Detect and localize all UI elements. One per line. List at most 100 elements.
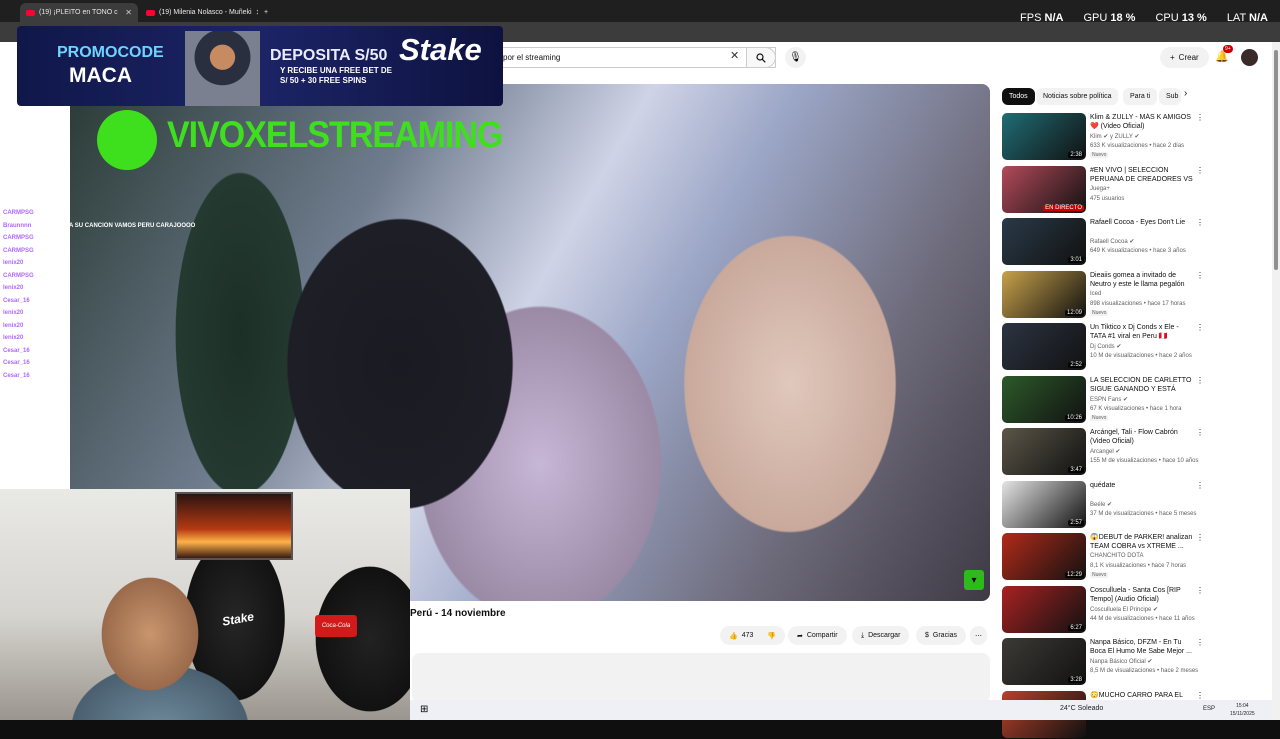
channel-name[interactable]: Rafaell Cocoa ✔ <box>1090 238 1134 245</box>
recommended-video[interactable]: 3:28 Nanpa Básico, DFZM - En Tu Boca El H… <box>1002 638 1204 686</box>
description-box[interactable] <box>412 653 990 703</box>
recommended-video[interactable]: 6:27 Cosculluela - Santa Cos [RIP Tempo] … <box>1002 585 1204 634</box>
video-duration: 3:28 <box>1068 677 1084 683</box>
create-label: Crear <box>1178 53 1199 62</box>
more-vert-icon[interactable]: ⋮ <box>1196 323 1204 332</box>
channel-name[interactable]: Klim ✔ y ZULLY ✔ <box>1090 133 1140 140</box>
share-button[interactable]: ➦ Compartir <box>788 626 847 645</box>
recommended-video[interactable]: 12:29 😱DEBUT de PARKER! analizan TEAM COB… <box>1002 533 1204 581</box>
new-tab-button[interactable]: + <box>258 3 274 22</box>
search-value: por el streaming <box>503 53 561 62</box>
browser-tab[interactable]: (19) Milenia Nolasco - Muñeki ✕ <box>140 3 258 22</box>
video-meta: 649 K visualizaciones • hace 3 años <box>1090 248 1186 254</box>
video-title[interactable]: Nanpa Básico, DFZM - En Tu Boca El Humo … <box>1090 638 1194 656</box>
video-title[interactable]: Rafaell Cocoa - Eyes Don't Lie <box>1090 218 1194 227</box>
more-vert-icon[interactable]: ⋮ <box>1196 376 1204 385</box>
download-button[interactable]: ⤓ Descargar <box>852 626 910 645</box>
video-duration: 3:01 <box>1068 257 1084 263</box>
like-button[interactable]: 👍 473 👎 <box>720 626 786 645</box>
channel-name[interactable]: Nanpa Básico Oficial ✔ <box>1090 658 1152 665</box>
weather-widget[interactable]: 24°C Soleado <box>1060 705 1103 712</box>
chip-todos[interactable]: Todos <box>1002 88 1035 105</box>
more-vert-icon[interactable]: ⋮ <box>1196 586 1204 595</box>
recommended-video[interactable]: EN DIRECTO #EN VIVO | SELECCIÓN PERUANA D… <box>1002 165 1204 214</box>
scrollbar-thumb[interactable] <box>1274 50 1278 270</box>
video-title[interactable]: quédate <box>1090 481 1194 490</box>
new-badge: Nuevo <box>1090 572 1109 578</box>
stat-gpu: GPU 18 % <box>1083 12 1136 24</box>
more-vert-icon[interactable]: ⋮ <box>1196 481 1204 490</box>
thumbs-up-icon: 👍 <box>729 632 738 640</box>
sponsor-banner: PROMOCODE MACA DEPOSITA S/50 Y RECIBE UN… <box>17 26 503 106</box>
channel-name[interactable]: ESPN Fans ✔ <box>1090 396 1128 403</box>
cup-logo: Coca-Cola <box>315 615 357 637</box>
more-vert-icon[interactable]: ⋮ <box>1196 533 1204 542</box>
video-meta: 37 M de visualizaciones • hace 5 meses <box>1090 510 1197 517</box>
chip-noticias[interactable]: Noticias sobre política <box>1036 88 1119 105</box>
more-vert-icon[interactable]: ⋮ <box>1196 166 1204 175</box>
close-icon[interactable]: ✕ <box>125 8 132 17</box>
recommended-video[interactable]: 3:01 Rafaell Cocoa - Eyes Don't Lie Rafael… <box>1002 218 1204 266</box>
more-vert-icon[interactable]: ⋮ <box>1196 691 1204 700</box>
new-badge: Nuevo <box>1090 152 1109 158</box>
clear-search-icon[interactable]: ✕ <box>730 49 739 62</box>
channel-name[interactable]: Juega+ <box>1090 186 1110 192</box>
chip-para-ti[interactable]: Para ti <box>1123 88 1158 105</box>
recommended-video[interactable]: 10:26 LA SELECCIÓN DE CARLETTO SIGUE GANA… <box>1002 375 1204 424</box>
video-title[interactable]: 😱DEBUT de PARKER! analizan TEAM COBRA vs… <box>1090 533 1194 551</box>
clock[interactable]: 15:04 15/11/2025 <box>1230 702 1255 718</box>
scrollbar[interactable] <box>1272 42 1280 720</box>
language-indicator[interactable]: ESP <box>1203 706 1215 712</box>
channel-name[interactable]: Dj Conds ✔ <box>1090 343 1121 350</box>
video-title[interactable]: #EN VIVO | SELECCIÓN PERUANA DE CREADORE… <box>1090 166 1194 185</box>
channel-name[interactable]: Cosculluela El Principe ✔ <box>1090 606 1158 613</box>
channel-name[interactable]: Beéle ✔ <box>1090 501 1112 508</box>
chat-message: lenix20 <box>3 323 23 329</box>
video-title[interactable]: 😳MUCHO CARRO PARA EL <box>1090 691 1194 700</box>
recommended-video[interactable]: 2:52 Un Tiktico x Dj Conds x Ele - TATA #… <box>1002 323 1204 371</box>
channel-name[interactable]: Arcangel ✔ <box>1090 448 1120 455</box>
more-vert-icon[interactable]: ⋮ <box>1196 271 1204 280</box>
stream-chat: CARMPSG Braunnnn: ESTA BUENA SU CANCION V… <box>0 210 250 400</box>
mic-icon: 🎙 <box>789 52 802 63</box>
more-vert-icon[interactable]: ⋮ <box>1196 218 1204 227</box>
chat-username: lenix20 <box>3 260 24 266</box>
more-vert-icon[interactable]: ⋮ <box>1196 638 1204 647</box>
fireplace-picture <box>175 492 293 560</box>
recommended-video[interactable]: 12:09 Dieaiis gomea a invitado de Neutro … <box>1002 270 1204 319</box>
video-title[interactable]: Un Tiktico x Dj Conds x Ele - TATA #1 vi… <box>1090 323 1194 341</box>
thumbs-down-icon[interactable]: 👎 <box>767 632 776 640</box>
video-title[interactable]: LA SELECCIÓN DE CARLETTO SIGUE GANANDO Y… <box>1090 376 1194 395</box>
chat-username: CARMPSG <box>3 272 34 279</box>
more-vert-icon[interactable]: ⋮ <box>1196 113 1204 122</box>
chat-username: Cesar_16 <box>3 297 30 304</box>
avatar[interactable] <box>1241 49 1258 66</box>
recommended-video[interactable]: 2:57 quédate Beéle ✔ 37 M de visualizacione… <box>1002 480 1204 529</box>
video-title[interactable]: Klim & ZULLY - MÁS K AMIGOS ❤️ (Video Of… <box>1090 113 1194 131</box>
video-title[interactable]: Arcángel, Tali - Flow Cabrón (Video Ofic… <box>1090 428 1194 446</box>
deposit-offer: DEPOSITA S/50 <box>270 47 388 64</box>
browser-tab-active[interactable]: (19) ¡PLEITO en TONO c ✕ <box>20 3 138 22</box>
start-icon[interactable]: ⊞ <box>420 704 428 715</box>
create-button[interactable]: + Crear <box>1160 47 1209 68</box>
chevron-right-icon[interactable]: › <box>1184 88 1187 99</box>
chat-message: CARMPSG <box>3 235 34 241</box>
channel-name[interactable]: CHANCHITO DOTA <box>1090 553 1143 559</box>
more-actions-button[interactable]: ⋯ <box>970 626 987 645</box>
channel-watermark-icon[interactable]: ▾ <box>964 570 984 590</box>
voice-search-button[interactable]: 🎙 <box>785 47 806 68</box>
clock-time: 15:04 <box>1236 703 1249 709</box>
recommended-video[interactable]: 2:38 Klim & ZULLY - MÁS K AMIGOS ❤️ (Vide… <box>1002 113 1204 161</box>
channel-name[interactable]: Iced <box>1090 291 1101 297</box>
thanks-button[interactable]: $ Gracias <box>916 626 967 645</box>
chat-message: Cesar_16 <box>3 373 30 379</box>
video-title[interactable]: Cosculluela - Santa Cos [RIP Tempo] (Aud… <box>1090 586 1194 604</box>
chat-message: Cesar_16 <box>3 298 30 304</box>
chip-sub[interactable]: Sub <box>1159 88 1181 105</box>
more-vert-icon[interactable]: ⋮ <box>1196 428 1204 437</box>
chat-message: CARMPSG <box>3 273 34 279</box>
search-button[interactable] <box>746 47 776 68</box>
video-title[interactable]: Dieaiis gomea a invitado de Neutro y est… <box>1090 271 1194 289</box>
recommended-video[interactable]: 3:47 Arcángel, Tali - Flow Cabrón (Video … <box>1002 428 1204 476</box>
chat-username: Braunnnn <box>3 222 32 229</box>
